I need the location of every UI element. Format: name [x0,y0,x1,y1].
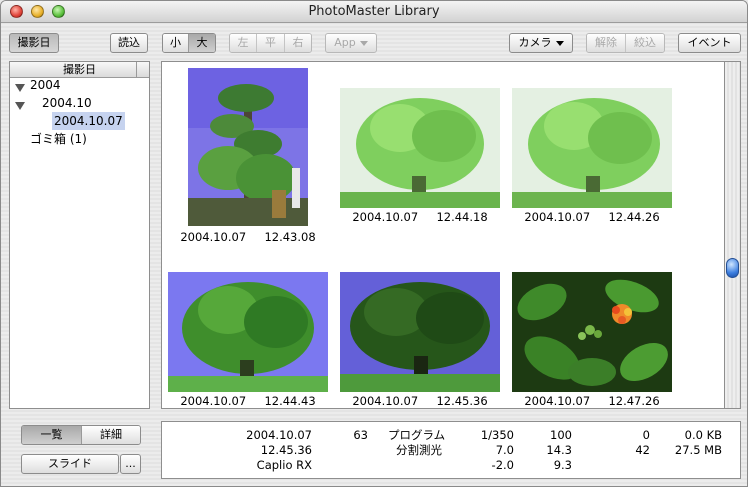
photo-caption: 2004.10.07 12.44.43 [178,394,318,408]
title-bar[interactable]: PhotoMaster Library [1,1,747,23]
photo-date: 2004.10.07 [524,210,591,224]
photo-time: 12.43.08 [264,230,316,244]
import-button[interactable]: 読込 [110,33,148,53]
info-size-1: 0.0 KB [684,428,722,442]
photo-caption: 2004.10.07 12.45.36 [350,394,490,408]
photo-caption: 2004.10.07 12.44.18 [350,210,490,224]
disclosure-triangle-icon[interactable] [15,84,25,92]
info-number: 63 [353,428,368,442]
size-small-button[interactable]: 小 [163,34,189,52]
list-view-button[interactable]: 一覧 [22,426,82,444]
tree-blue-sky-photo[interactable] [168,272,328,392]
scroll-thumb[interactable] [726,258,739,278]
detail-view-button[interactable]: 詳細 [82,426,140,444]
photo-date: 2004.10.07 [180,394,247,408]
photo-info-panel: 2004.10.07 12.45.36 Caplio RX 63 プログラム 分… [161,421,741,479]
info-size-2: 27.5 MB [674,443,722,457]
info-aperture: 7.0 [495,443,514,457]
photo-grid[interactable]: 2004.10.07 12.43.08 2004.10.07 12.44.18 [161,61,725,409]
photo-date: 2004.10.07 [180,230,247,244]
window-title: PhotoMaster Library [308,4,440,19]
bright-tree-photo[interactable] [512,88,672,208]
photo-time: 12.44.26 [608,210,660,224]
photo-time: 12.47.26 [608,394,660,408]
narrow-button[interactable]: 絞込 [626,34,664,52]
more-button[interactable]: ... [120,454,141,474]
dark-tree-photo[interactable] [340,272,500,392]
photo-caption: 2004.10.07 12.43.08 [178,230,318,244]
rotate-left-button[interactable]: 左 [230,34,257,52]
photo-time: 12.45.36 [436,394,488,408]
view-mode-control: 一覧 詳細 [21,425,141,445]
photo-date: 2004.10.07 [352,210,419,224]
tree-item-2004-10-07[interactable]: 2004.10.07 [52,112,125,130]
info-time: 12.45.36 [260,443,312,457]
tree-item-trash[interactable]: ゴミ箱 (1) [30,130,87,148]
photo-time: 12.44.18 [436,210,488,224]
size-large-button[interactable]: 大 [189,34,215,52]
info-focal: 14.3 [546,443,572,457]
column-divider [136,62,137,77]
photo-date: 2004.10.07 [524,394,591,408]
rotate-flat-button[interactable]: 平 [257,34,285,52]
bright-tree-photo[interactable] [340,88,500,208]
rotate-right-button[interactable]: 右 [285,34,311,52]
tree-item-2004[interactable]: 2004 [30,76,61,94]
date-tree-panel[interactable]: 撮影日 2004 2004.10 2004.10.07 ゴミ箱 (1) [9,61,150,409]
thumbnail-size-control: 小 大 [162,33,216,53]
app-dropdown[interactable]: App [325,33,377,53]
info-date: 2004.10.07 [246,428,312,442]
event-button[interactable]: イベント [678,33,741,53]
tall-tree-photo[interactable] [188,68,308,226]
info-count-1: 0 [642,428,650,442]
vertical-scrollbar[interactable] [725,61,741,409]
info-focal-secondary: 9.3 [553,458,572,472]
rotate-control: 左 平 右 [229,33,312,53]
info-mode: プログラム [388,428,446,442]
tree-item-2004-10[interactable]: 2004.10 [42,94,92,112]
info-iso: 100 [550,428,572,442]
info-metering: 分割測光 [396,443,442,457]
shooting-date-button[interactable]: 撮影日 [9,33,59,53]
app-window: PhotoMaster Library 撮影日 読込 小 大 左 平 右 App… [0,0,748,487]
photo-caption: 2004.10.07 12.44.26 [522,210,662,224]
photo-date: 2004.10.07 [352,394,419,408]
info-shutter: 1/350 [480,428,514,442]
unlock-button[interactable]: 解除 [587,34,626,52]
disclosure-triangle-icon[interactable] [15,102,25,110]
lantana-flower-photo[interactable] [512,272,672,392]
info-count-2: 42 [635,443,650,457]
filter-control: 解除 絞込 [586,33,665,53]
photo-time: 12.44.43 [264,394,316,408]
photo-caption: 2004.10.07 12.47.26 [522,394,662,408]
info-exposure: -2.0 [491,458,514,472]
info-camera: Caplio RX [256,458,312,472]
camera-dropdown[interactable]: カメラ [509,33,573,53]
date-column-header-label: 撮影日 [63,63,96,76]
slideshow-button[interactable]: スライド [21,454,119,474]
